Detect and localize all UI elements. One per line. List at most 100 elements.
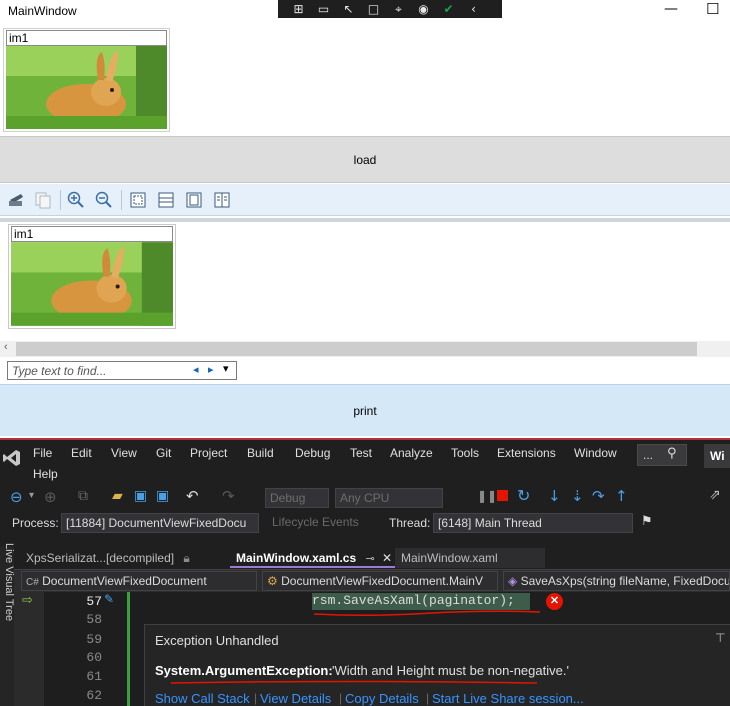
print-button[interactable]: print <box>0 384 730 436</box>
member-name: SaveAsXps(string fileName, FixedDocu <box>520 574 730 588</box>
message-underline <box>170 680 538 684</box>
view-details-link[interactable]: View Details <box>260 691 331 706</box>
find-input[interactable]: Type text to find... <box>12 364 107 378</box>
menu-analyze[interactable]: Analyze <box>390 446 433 460</box>
menu-extensions[interactable]: Extensions <box>497 446 556 460</box>
pause-icon[interactable]: ❚❚ <box>477 489 497 503</box>
exception-type: System.ArgumentException: <box>155 663 333 678</box>
hot-reload-icon[interactable]: ◉ <box>411 2 436 16</box>
flag-thread-icon[interactable]: ⚑ <box>641 514 653 529</box>
menu-build[interactable]: Build <box>247 446 274 460</box>
save-icon[interactable]: ▣ <box>134 488 147 504</box>
visual-studio-window: File Edit View Git Project Build Debug T… <box>0 438 730 706</box>
close-tab-icon[interactable]: ✕ <box>382 551 392 565</box>
line-number: 58 <box>86 612 102 627</box>
platform-dropdown[interactable]: Any CPU <box>335 488 443 508</box>
window-title: MainWindow <box>8 4 77 18</box>
minimize-button[interactable]: — <box>664 1 678 17</box>
copy-icon[interactable] <box>34 191 52 209</box>
zoom-in-icon[interactable] <box>67 191 85 209</box>
error-icon[interactable]: ✕ <box>546 593 563 610</box>
page-width-icon[interactable] <box>157 191 175 209</box>
menu-project[interactable]: Project <box>190 446 227 460</box>
checkmark-icon[interactable]: ✔ <box>436 2 461 16</box>
class-dropdown[interactable]: ⚙ DocumentViewFixedDocument.MainV <box>262 571 498 591</box>
show-next-statement-icon[interactable]: ↓ <box>548 487 561 505</box>
menu-window[interactable]: Window <box>574 446 617 460</box>
print-icon[interactable] <box>7 191 25 209</box>
step-over-icon[interactable]: ↷ <box>592 487 605 505</box>
open-folder-icon[interactable]: ▰ <box>112 488 123 504</box>
method-icon: ◈ <box>508 574 518 588</box>
find-options-icon[interactable]: ▾ <box>223 362 229 375</box>
menu-test[interactable]: Test <box>350 446 372 460</box>
pen-icon: ✎ <box>104 592 115 606</box>
live-tree-icon[interactable]: ⊞ <box>286 2 311 16</box>
menu-tools[interactable]: Tools <box>451 446 479 460</box>
forward-icon[interactable]: ⊕ <box>44 488 57 506</box>
pin-popup-icon[interactable]: ⊤ <box>715 631 725 645</box>
line-number: 60 <box>86 650 102 665</box>
lifecycle-events-button[interactable]: Lifecycle Events <box>272 515 359 529</box>
step-out-icon[interactable]: ↑ <box>615 487 628 505</box>
thread-dropdown[interactable]: [6148] Main Thread <box>433 513 633 533</box>
display-adorners-icon[interactable]: □ <box>361 2 386 16</box>
member-dropdown[interactable]: ◈ SaveAsXps(string fileName, FixedDocu <box>503 571 730 591</box>
step-into-icon[interactable]: ⇣ <box>571 487 584 505</box>
save-all-icon[interactable]: ▣ <box>156 488 169 504</box>
back-dropdown-icon[interactable]: ▾ <box>29 490 34 501</box>
find-next-icon[interactable]: ▸ <box>208 363 214 376</box>
menu-help[interactable]: Help <box>33 467 58 481</box>
menu-git[interactable]: Git <box>156 446 171 460</box>
scroll-left-icon[interactable]: ‹ <box>4 341 8 353</box>
new-project-icon[interactable]: ⧉ <box>78 488 88 504</box>
search-ellipsis: ... <box>643 448 654 462</box>
tab-label: MainWindow.xaml.cs <box>236 551 357 565</box>
exception-message: 'Width and Height must be non-negative.' <box>332 663 569 678</box>
maximize-button[interactable]: ☐ <box>706 0 719 18</box>
collapse-icon[interactable]: ‹ <box>461 2 486 16</box>
process-dropdown[interactable]: [11884] DocumentViewFixedDocu <box>61 513 259 533</box>
whole-page-icon[interactable] <box>185 191 203 209</box>
project-dropdown[interactable]: C# DocumentViewFixedDocument <box>21 571 257 591</box>
select-element-icon[interactable]: ↖ <box>336 2 361 16</box>
actual-size-icon[interactable] <box>129 191 147 209</box>
track-focus-icon[interactable]: ⌖ <box>386 2 411 17</box>
menu-file[interactable]: File <box>33 446 52 460</box>
show-call-stack-link[interactable]: Show Call Stack <box>155 691 250 706</box>
tab-mainwindow-xaml[interactable]: MainWindow.xaml <box>395 548 545 568</box>
redo-icon[interactable]: ↷ <box>222 487 235 505</box>
pin-icon[interactable]: ⊸ <box>365 553 374 565</box>
code-line-57[interactable]: rsm.SaveAsXaml(paginator); <box>312 593 515 608</box>
thread-label: Thread: <box>389 516 431 530</box>
zoom-out-icon[interactable] <box>95 191 113 209</box>
start-live-share-link[interactable]: Start Live Share session... <box>432 691 584 706</box>
tab-label: MainWindow.xaml <box>401 551 498 565</box>
tab-mainwindow-xaml-cs[interactable]: MainWindow.xaml.cs ⊸ ✕ <box>230 548 395 568</box>
menu-edit[interactable]: Edit <box>71 446 92 460</box>
scrollbar-thumb[interactable] <box>16 342 697 356</box>
line-number: 59 <box>86 632 102 647</box>
record-icon[interactable]: ▭ <box>311 2 336 16</box>
find-previous-icon[interactable]: ◂ <box>193 363 199 376</box>
viewer-bunny-image <box>11 242 173 326</box>
search-box[interactable]: ... ⚲ <box>637 444 687 466</box>
window-separator <box>0 438 730 440</box>
two-pages-icon[interactable] <box>213 191 231 209</box>
back-icon[interactable]: ⊖ <box>10 488 23 506</box>
menu-view[interactable]: View <box>111 446 137 460</box>
viewer-image-panel: im1 <box>8 224 176 329</box>
window-title-chip[interactable]: Wi <box>704 444 730 468</box>
restart-icon[interactable]: ↻ <box>517 486 530 505</box>
solution-name: Wi <box>710 449 725 463</box>
visual-studio-logo-icon <box>3 450 20 466</box>
configuration-dropdown[interactable]: Debug <box>265 488 329 508</box>
load-button[interactable]: load <box>0 136 730 183</box>
undo-icon[interactable]: ↶ <box>186 487 199 505</box>
tab-xps-decompiled[interactable]: XpsSerializat...[decompiled] 🔒︎ <box>20 548 220 568</box>
copy-details-link[interactable]: Copy Details <box>345 691 419 706</box>
share-icon[interactable]: ⇗ <box>709 487 721 503</box>
menu-debug[interactable]: Debug <box>295 446 330 460</box>
exception-title: Exception Unhandled <box>155 633 279 648</box>
stop-icon[interactable] <box>497 490 508 501</box>
